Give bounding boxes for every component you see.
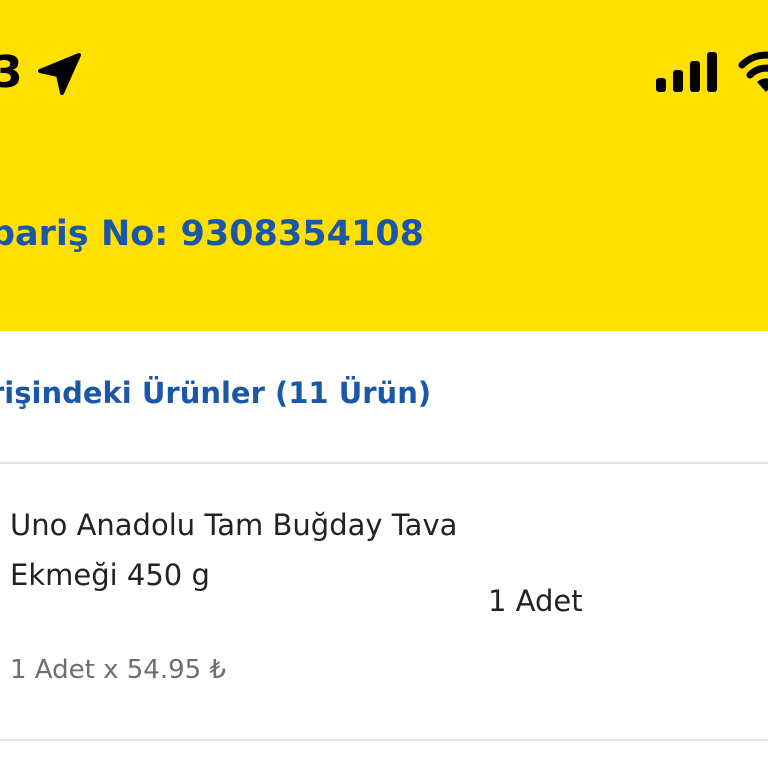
order-number-title: pariş No: 9308354108	[0, 214, 424, 254]
order-header: 3 pariş No: 9308354108	[0, 0, 768, 331]
status-bar-time: 3	[0, 47, 23, 98]
product-unit-price: 1 Adet x 54.95 ₺	[10, 655, 226, 685]
product-name: Uno Anadolu Tam Buğday Tava Ekmeği 450 g	[10, 508, 458, 592]
wifi-icon	[738, 51, 768, 92]
location-arrow-icon	[38, 53, 81, 95]
section-divider	[0, 462, 768, 464]
cellular-signal-icon	[656, 52, 717, 92]
order-detail-screen: 3 pariş No: 9308354108 rişindeki Ürünler…	[0, 0, 768, 768]
product-quantity: 1 Adet	[488, 584, 583, 618]
order-products-heading: rişindeki Ürünler (11 Ürün)	[0, 376, 432, 410]
product-divider	[0, 739, 768, 741]
